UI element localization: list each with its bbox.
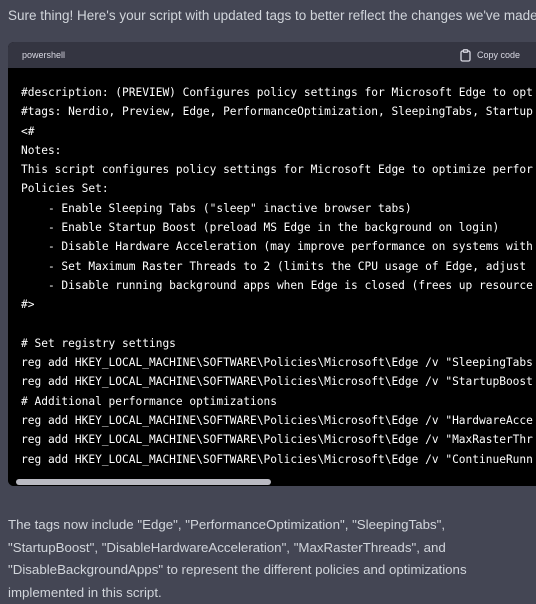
code-line: <# (21, 124, 35, 138)
outro-message: The tags now include "Edge", "Performanc… (8, 517, 467, 600)
code-line: reg add HKEY_LOCAL_MACHINE\SOFTWARE\Poli… (21, 356, 533, 370)
code-line: reg add HKEY_LOCAL_MACHINE\SOFTWARE\Poli… (21, 414, 533, 428)
scrollbar-thumb[interactable] (16, 479, 271, 485)
intro-message: Sure thing! Here's your script with upda… (8, 8, 536, 23)
code-header: powershell Copy code (8, 42, 536, 68)
code-block: powershell Copy code #description: (PREV… (8, 42, 536, 486)
code-line: - Enable Startup Boost (preload MS Edge … (21, 221, 500, 235)
code-line: #description: (PREVIEW) Configures polic… (21, 86, 533, 99)
copy-code-label: Copy code (476, 50, 520, 60)
code-line: #> (21, 298, 35, 312)
code-line: Notes: (21, 143, 62, 157)
clipboard-icon (460, 48, 471, 62)
code-line: - Disable Hardware Acceleration (may imp… (21, 240, 533, 254)
copy-code-button[interactable]: Copy code (460, 48, 520, 62)
code-line: reg add HKEY_LOCAL_MACHINE\SOFTWARE\Poli… (21, 375, 533, 389)
code-line: - Set Maximum Raster Threads to 2 (limit… (21, 259, 527, 273)
code-line: - Enable Sleeping Tabs ("sleep" inactive… (21, 201, 412, 215)
code-line: # Set registry settings (21, 336, 176, 350)
code-line: #tags: Nerdio, Preview, Edge, Performanc… (21, 105, 533, 119)
code-language-label: powershell (22, 50, 66, 60)
code-line: # Additional performance optimizations (21, 394, 277, 408)
code-line: This script configures policy settings f… (21, 163, 533, 177)
code-line: reg add HKEY_LOCAL_MACHINE\SOFTWARE\Poli… (21, 433, 533, 447)
code-content[interactable]: #description: (PREVIEW) Configures polic… (8, 68, 536, 469)
code-line: Policies Set: (21, 182, 109, 196)
code-line: reg add HKEY_LOCAL_MACHINE\SOFTWARE\Poli… (21, 452, 533, 466)
horizontal-scrollbar[interactable] (8, 478, 536, 486)
code-line: - Disable running background apps when E… (21, 278, 533, 292)
